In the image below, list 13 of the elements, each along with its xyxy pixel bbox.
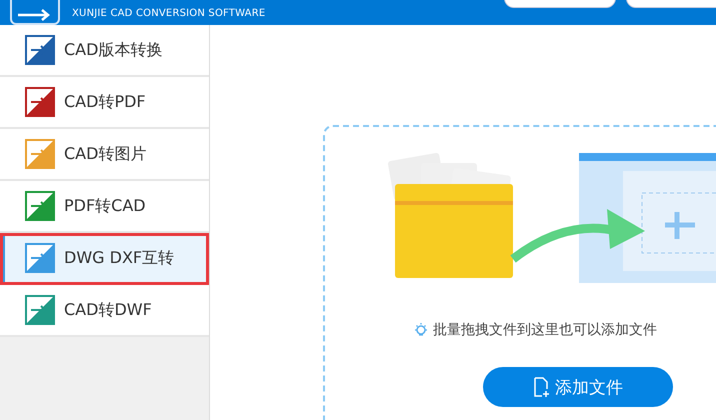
add-file-button[interactable]: 添加文件 bbox=[483, 367, 673, 407]
app-subtitle: XUNJIE CAD CONVERSION SOFTWARE bbox=[72, 8, 266, 19]
sidebar-item[interactable]: CAD版本转换 bbox=[0, 25, 209, 77]
sidebar-item[interactable]: PDF转CAD bbox=[0, 181, 209, 233]
logo-icon bbox=[10, 0, 60, 25]
drop-hint: 批量拖拽文件到这里也可以添加文件 bbox=[433, 321, 657, 339]
sidebar-item[interactable]: CAD转PDF bbox=[0, 77, 209, 129]
drop-zone[interactable]: 批量拖拽文件到这里也可以添加文件 添加文件 bbox=[323, 125, 716, 420]
add-file-icon bbox=[533, 377, 549, 397]
sidebar-item[interactable]: CAD转DWF bbox=[0, 285, 209, 337]
sidebar-item[interactable]: CAD转图片 bbox=[0, 129, 209, 181]
lightbulb-icon bbox=[413, 322, 429, 338]
sidebar-item[interactable]: DWG DXF互转 bbox=[0, 233, 209, 285]
